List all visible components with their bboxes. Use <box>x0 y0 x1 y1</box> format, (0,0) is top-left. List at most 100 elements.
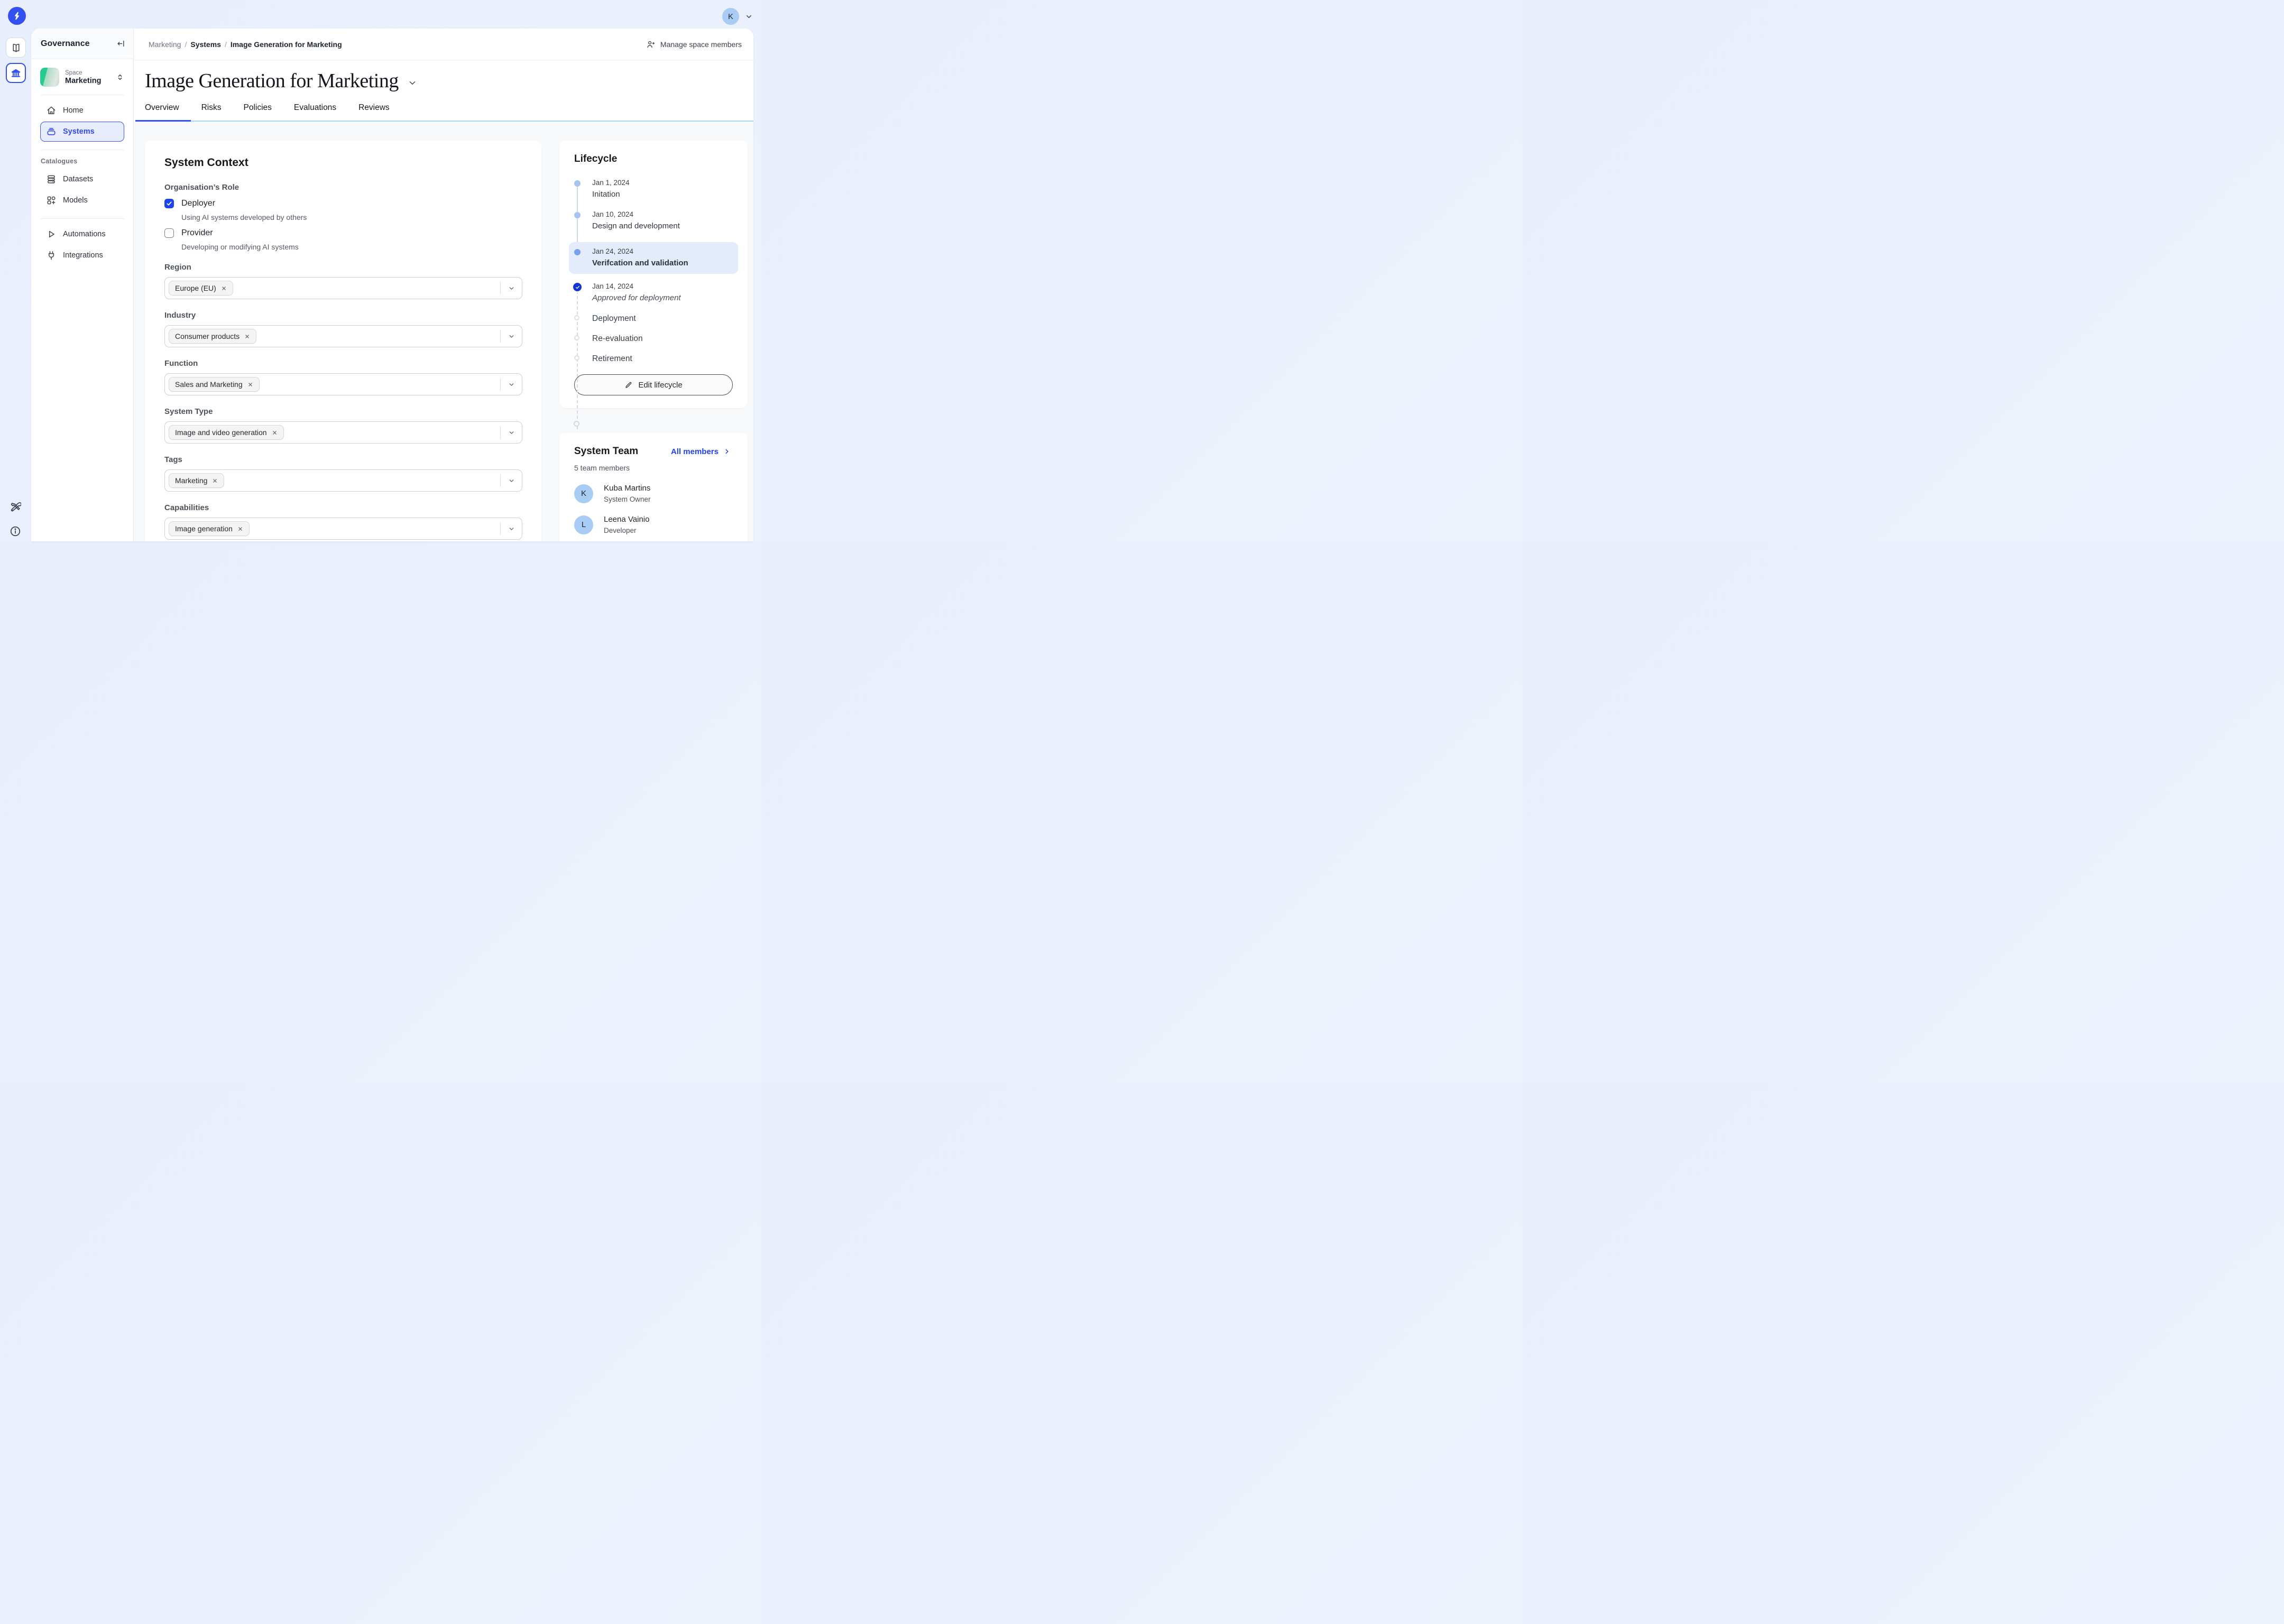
sidebar-item-automations[interactable]: Automations <box>40 224 124 244</box>
remove-tag-icon[interactable] <box>221 285 227 291</box>
rail-item-docs[interactable] <box>6 38 26 58</box>
field-label: Capabilities <box>164 503 522 512</box>
team-member-row[interactable]: K Kuba Martins System Owner <box>574 484 733 503</box>
checkbox-row-provider: Provider <box>164 228 522 238</box>
sidebar-item-home[interactable]: Home <box>40 100 124 121</box>
tab-evaluations[interactable]: Evaluations <box>294 103 336 122</box>
selected-tag: Sales and Marketing <box>169 377 260 392</box>
event-label: Initation <box>592 190 733 199</box>
sidebar-item-datasets[interactable]: Datasets <box>40 169 124 189</box>
sidebar-item-models[interactable]: Models <box>40 190 124 210</box>
remove-tag-icon[interactable] <box>247 382 253 387</box>
timeline-ring-icon <box>574 355 579 361</box>
lifecycle-event-design[interactable]: Jan 10, 2024 Design and development <box>574 210 733 230</box>
all-members-link[interactable]: All members <box>671 447 731 456</box>
selected-tag: Image and video generation <box>169 425 284 440</box>
automations-play-icon <box>46 229 57 239</box>
org-role-label: Organisation’s Role <box>164 183 522 192</box>
chevron-down-icon[interactable] <box>408 78 417 88</box>
checkbox-label[interactable]: Provider <box>181 228 213 238</box>
lightning-icon <box>12 11 22 21</box>
field-label: System Type <box>164 407 522 416</box>
checkbox-label[interactable]: Deployer <box>181 199 215 208</box>
rail-footer <box>10 501 21 537</box>
tag-label: Marketing <box>175 476 207 485</box>
checkbox-row-deployer: Deployer <box>164 199 522 208</box>
industry-select[interactable]: Consumer products <box>164 325 522 347</box>
tab-overview[interactable]: Overview <box>145 103 179 122</box>
field-label: Region <box>164 263 522 272</box>
lifecycle-event-deployment[interactable]: Deployment <box>574 314 733 324</box>
function-select[interactable]: Sales and Marketing <box>164 373 522 395</box>
breadcrumb-item[interactable]: Marketing <box>149 40 181 49</box>
user-menu[interactable]: K <box>722 8 753 25</box>
deployer-checkbox[interactable] <box>164 199 174 208</box>
timeline-dot-icon <box>574 180 581 187</box>
provider-checkbox[interactable] <box>164 228 174 238</box>
lifecycle-event-re-evaluation[interactable]: Re-evaluation <box>574 334 733 344</box>
edit-lifecycle-label: Edit lifecycle <box>638 381 682 390</box>
tab-reviews[interactable]: Reviews <box>358 103 390 122</box>
divider <box>41 218 124 219</box>
home-icon <box>46 105 57 116</box>
selected-tag: Marketing <box>169 473 224 488</box>
timeline-dot-icon <box>574 249 581 255</box>
tag-label: Image generation <box>175 524 233 533</box>
chevron-down-icon[interactable] <box>508 477 515 484</box>
remove-tag-icon[interactable] <box>272 430 278 436</box>
edit-lifecycle-button[interactable]: Edit lifecycle <box>574 374 733 395</box>
lifecycle-card: Lifecycle Jan 1, 2024 Initation Jan 10, … <box>559 141 748 408</box>
sidebar-item-integrations[interactable]: Integrations <box>40 245 124 265</box>
breadcrumb-item-current[interactable]: Image Generation for Marketing <box>231 40 342 49</box>
sidebar-section-catalogues: Catalogues <box>41 158 124 165</box>
field-label: Tags <box>164 455 522 464</box>
chevron-down-icon[interactable] <box>508 381 515 388</box>
field-tags: Tags Marketing <box>164 455 522 492</box>
rail-item-governance[interactable] <box>6 63 26 83</box>
checkbox-description: Developing or modifying AI systems <box>181 243 522 251</box>
lifecycle-event-initiation[interactable]: Jan 1, 2024 Initation <box>574 179 733 199</box>
info-icon[interactable] <box>10 525 21 537</box>
divider <box>500 426 501 439</box>
selected-tag: Consumer products <box>169 329 256 344</box>
chevron-down-icon[interactable] <box>508 429 515 436</box>
manage-space-members-button[interactable]: Manage space members <box>646 40 742 49</box>
timeline-ring-icon <box>574 315 579 320</box>
field-capabilities: Capabilities Image generation <box>164 503 522 540</box>
chevron-down-icon[interactable] <box>508 333 515 340</box>
tab-policies[interactable]: Policies <box>244 103 272 122</box>
sidebar-item-systems[interactable]: Systems <box>40 122 124 142</box>
breadcrumb-item[interactable]: Systems <box>190 40 221 49</box>
sidebar-item-label: Integrations <box>63 251 103 260</box>
breadcrumb: Marketing / Systems / Image Generation f… <box>149 40 342 49</box>
tab-risks[interactable]: Risks <box>201 103 222 122</box>
lifecycle-event-verification-current[interactable]: Jan 24, 2024 Verifcation and validation <box>569 242 738 274</box>
lifecycle-event-approved[interactable]: Jan 14, 2024 Approved for deployment <box>574 282 733 302</box>
tags-select[interactable]: Marketing <box>164 469 522 492</box>
chevron-down-icon[interactable] <box>508 525 515 532</box>
remove-tag-icon[interactable] <box>244 334 250 339</box>
field-region: Region Europe (EU) <box>164 263 522 299</box>
divider <box>500 330 501 343</box>
space-switcher[interactable]: Space Marketing <box>40 68 124 87</box>
tools-icon[interactable] <box>10 501 21 513</box>
remove-tag-icon[interactable] <box>212 478 218 484</box>
avatar[interactable]: K <box>722 8 739 25</box>
system-context-card: System Context Organisation’s Role Deplo… <box>145 141 541 541</box>
event-label: Verifcation and validation <box>592 259 733 267</box>
app-logo[interactable] <box>8 7 26 25</box>
approved-check-badge-icon <box>573 283 582 291</box>
section-heading: System Context <box>164 156 522 169</box>
remove-tag-icon[interactable] <box>237 526 243 532</box>
field-system-type: System Type Image and video generation <box>164 407 522 444</box>
system-type-select[interactable]: Image and video generation <box>164 421 522 444</box>
team-member-row[interactable]: L Leena Vainio Developer <box>574 515 733 534</box>
collapse-sidebar-icon[interactable] <box>116 39 125 48</box>
capabilities-select[interactable]: Image generation <box>164 518 522 540</box>
lifecycle-event-retirement[interactable]: Retirement <box>574 354 733 364</box>
region-select[interactable]: Europe (EU) <box>164 277 522 299</box>
chevron-down-icon[interactable] <box>745 13 753 21</box>
chevron-down-icon[interactable] <box>508 285 515 292</box>
timeline-overflow-gap <box>559 408 748 433</box>
book-icon <box>11 42 22 53</box>
